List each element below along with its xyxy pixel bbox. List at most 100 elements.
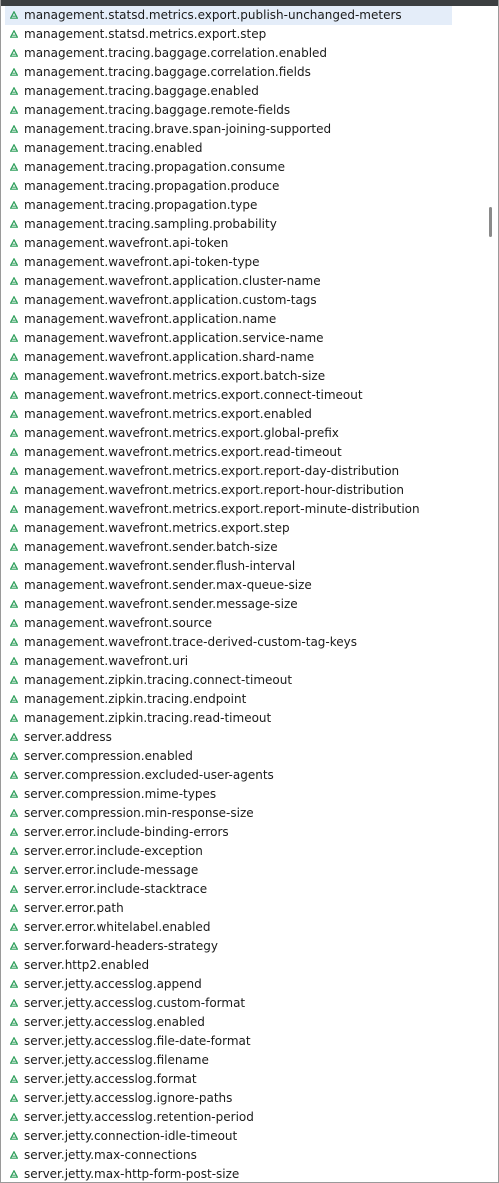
suggestion-item[interactable]: management.statsd.metrics.export.publish… — [5, 6, 452, 25]
suggestion-item[interactable]: management.wavefront.metrics.export.step — [5, 519, 481, 538]
suggestion-label: management.wavefront.api-token-type — [24, 255, 260, 269]
suggestion-item[interactable]: management.tracing.baggage.remote-fields — [5, 101, 481, 120]
suggestion-item[interactable]: management.wavefront.metrics.export.conn… — [5, 386, 481, 405]
property-triangle-icon — [10, 1151, 18, 1159]
suggestion-item[interactable]: management.tracing.baggage.correlation.e… — [5, 44, 481, 63]
suggestion-item[interactable]: management.zipkin.tracing.connect-timeou… — [5, 671, 481, 690]
suggestion-item[interactable]: management.tracing.propagation.type — [5, 196, 481, 215]
suggestion-item[interactable]: server.error.include-message — [5, 861, 481, 880]
suggestion-label: management.wavefront.sender.message-size — [24, 597, 298, 611]
suggestion-item[interactable]: server.jetty.max-http-form-post-size — [5, 1165, 481, 1182]
suggestion-label: server.http2.enabled — [24, 958, 150, 972]
suggestion-item[interactable]: management.tracing.baggage.correlation.f… — [5, 63, 481, 82]
scrollbar-thumb[interactable] — [489, 207, 492, 237]
suggestion-label: server.compression.min-response-size — [24, 806, 254, 820]
suggestion-item[interactable]: server.jetty.accesslog.retention-period — [5, 1108, 481, 1127]
suggestion-item[interactable]: management.wavefront.application.shard-n… — [5, 348, 481, 367]
suggestion-item[interactable]: management.wavefront.metrics.export.repo… — [5, 481, 481, 500]
suggestion-item[interactable]: server.address — [5, 728, 481, 747]
suggestion-item[interactable]: server.jetty.accesslog.ignore-paths — [5, 1089, 481, 1108]
suggestion-label: server.jetty.accesslog.ignore-paths — [24, 1091, 233, 1105]
suggestion-item[interactable]: management.statsd.metrics.export.step — [5, 25, 481, 44]
suggestion-label: management.wavefront.sender.flush-interv… — [24, 559, 296, 573]
property-triangle-icon — [10, 486, 18, 494]
property-triangle-icon — [10, 980, 18, 988]
suggestion-item[interactable]: management.wavefront.metrics.export.enab… — [5, 405, 481, 424]
suggestion-item[interactable]: server.jetty.accesslog.filename — [5, 1051, 481, 1070]
suggestion-item[interactable]: server.error.include-exception — [5, 842, 481, 861]
suggestion-item[interactable]: management.tracing.baggage.enabled — [5, 82, 481, 101]
suggestion-label: server.jetty.max-http-form-post-size — [24, 1167, 240, 1181]
suggestion-item[interactable]: management.wavefront.source — [5, 614, 481, 633]
suggestion-item[interactable]: server.compression.mime-types — [5, 785, 481, 804]
suggestion-item[interactable]: server.compression.excluded-user-agents — [5, 766, 481, 785]
suggestion-label: management.wavefront.metrics.export.step — [24, 521, 290, 535]
suggestion-item[interactable]: management.tracing.brave.span-joining-su… — [5, 120, 481, 139]
property-triangle-icon — [10, 296, 18, 304]
suggestion-item[interactable]: management.wavefront.sender.flush-interv… — [5, 557, 481, 576]
suggestion-label: management.wavefront.application.name — [24, 312, 277, 326]
suggestion-item[interactable]: management.zipkin.tracing.read-timeout — [5, 709, 481, 728]
suggestion-label: management.zipkin.tracing.read-timeout — [24, 711, 272, 725]
property-triangle-icon — [10, 543, 18, 551]
property-triangle-icon — [10, 676, 18, 684]
property-triangle-icon — [10, 695, 18, 703]
suggestion-item[interactable]: server.compression.min-response-size — [5, 804, 481, 823]
suggestion-item[interactable]: server.error.whitelabel.enabled — [5, 918, 481, 937]
property-triangle-icon — [10, 904, 18, 912]
suggestion-item[interactable]: management.wavefront.metrics.export.repo… — [5, 500, 481, 519]
property-triangle-icon — [10, 49, 18, 57]
suggestion-label: management.wavefront.metrics.export.read… — [24, 445, 342, 459]
suggestion-label: server.jetty.accesslog.format — [24, 1072, 197, 1086]
suggestion-item[interactable]: management.tracing.sampling.probability — [5, 215, 481, 234]
suggestion-item[interactable]: management.tracing.enabled — [5, 139, 481, 158]
suggestion-item[interactable]: management.tracing.propagation.produce — [5, 177, 481, 196]
suggestion-item[interactable]: management.tracing.propagation.consume — [5, 158, 481, 177]
property-triangle-icon — [10, 847, 18, 855]
suggestion-label: management.wavefront.application.custom-… — [24, 293, 317, 307]
suggestion-item[interactable]: management.wavefront.application.name — [5, 310, 481, 329]
suggestion-item[interactable]: management.wavefront.metrics.export.read… — [5, 443, 481, 462]
suggestion-item[interactable]: management.wavefront.api-token-type — [5, 253, 481, 272]
suggestion-item[interactable]: server.jetty.accesslog.append — [5, 975, 481, 994]
suggestion-item[interactable]: management.wavefront.metrics.export.batc… — [5, 367, 481, 386]
suggestion-label: management.zipkin.tracing.endpoint — [24, 692, 247, 706]
suggestion-item[interactable]: management.wavefront.sender.message-size — [5, 595, 481, 614]
vertical-scrollbar[interactable] — [484, 6, 498, 1182]
suggestion-item[interactable]: server.jetty.accesslog.custom-format — [5, 994, 481, 1013]
suggestion-item[interactable]: server.jetty.max-connections — [5, 1146, 481, 1165]
suggestion-item[interactable]: management.wavefront.api-token — [5, 234, 481, 253]
property-triangle-icon — [10, 391, 18, 399]
suggestion-label: management.tracing.baggage.correlation.e… — [24, 46, 328, 60]
suggestion-item[interactable]: server.http2.enabled — [5, 956, 481, 975]
suggestion-item[interactable]: server.error.include-binding-errors — [5, 823, 481, 842]
suggestion-item[interactable]: management.wavefront.application.custom-… — [5, 291, 481, 310]
property-triangle-icon — [10, 752, 18, 760]
property-triangle-icon — [10, 828, 18, 836]
suggestion-item[interactable]: management.wavefront.metrics.export.glob… — [5, 424, 481, 443]
suggestion-item[interactable]: server.jetty.accesslog.enabled — [5, 1013, 481, 1032]
suggestion-item[interactable]: server.jetty.connection-idle-timeout — [5, 1127, 481, 1146]
property-triangle-icon — [10, 11, 18, 19]
suggestion-item[interactable]: management.wavefront.application.cluster… — [5, 272, 481, 291]
suggestion-item[interactable]: server.compression.enabled — [5, 747, 481, 766]
suggestion-label: management.wavefront.metrics.export.repo… — [24, 483, 405, 497]
suggestion-item[interactable]: server.error.path — [5, 899, 481, 918]
suggestion-item[interactable]: management.wavefront.metrics.export.repo… — [5, 462, 481, 481]
suggestion-item[interactable]: management.wavefront.application.service… — [5, 329, 481, 348]
suggestion-item[interactable]: management.wavefront.sender.max-queue-si… — [5, 576, 481, 595]
suggestion-label: management.wavefront.application.shard-n… — [24, 350, 315, 364]
suggestion-item[interactable]: server.jetty.accesslog.file-date-format — [5, 1032, 481, 1051]
suggestion-item[interactable]: server.error.include-stacktrace — [5, 880, 481, 899]
suggestion-item[interactable]: management.zipkin.tracing.endpoint — [5, 690, 481, 709]
suggestion-item[interactable]: server.jetty.accesslog.format — [5, 1070, 481, 1089]
suggestion-label: server.jetty.connection-idle-timeout — [24, 1129, 238, 1143]
property-triangle-icon — [10, 30, 18, 38]
suggestion-item[interactable]: management.wavefront.uri — [5, 652, 481, 671]
suggestion-label: server.forward-headers-strategy — [24, 939, 218, 953]
property-triangle-icon — [10, 144, 18, 152]
property-triangle-icon — [10, 258, 18, 266]
suggestion-item[interactable]: server.forward-headers-strategy — [5, 937, 481, 956]
suggestion-item[interactable]: management.wavefront.sender.batch-size — [5, 538, 481, 557]
suggestion-item[interactable]: management.wavefront.trace-derived-custo… — [5, 633, 481, 652]
